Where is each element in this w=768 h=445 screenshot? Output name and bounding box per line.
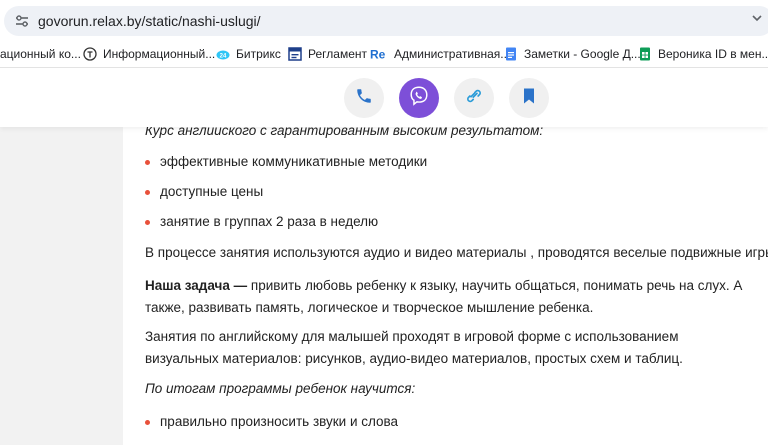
site-info-icon[interactable]	[14, 14, 30, 28]
google-docs-icon	[504, 47, 518, 61]
bookmark-item[interactable]: Вероника ID в мен...	[638, 46, 768, 62]
phone-button[interactable]	[344, 78, 384, 118]
bookmarks-bar: ационный ко... Информационный... 24 Битр…	[0, 40, 768, 68]
address-bar: govorun.relax.by/static/nashi-uslugi/	[0, 0, 768, 40]
phone-icon	[355, 87, 373, 110]
bitrix-cloud-icon: 24	[216, 47, 230, 61]
google-sheets-icon	[638, 47, 652, 61]
svg-text:Re: Re	[370, 48, 386, 62]
task-heading: Наша задача —	[145, 278, 248, 293]
list-bullet	[145, 420, 150, 425]
bookmark-button[interactable]	[509, 78, 549, 118]
bookmark-label: ационный ко...	[0, 47, 81, 61]
list-bullet	[145, 220, 150, 225]
list-bullet	[145, 190, 150, 195]
chevron-down-icon[interactable]	[752, 10, 762, 22]
viber-icon	[408, 85, 430, 112]
bookmark-item[interactable]: Информационный...	[83, 46, 215, 62]
result-item: правильно произносить звуки и слова	[160, 414, 399, 429]
results-italic: По итогам программы ребенок научится:	[145, 381, 416, 396]
bookmark-label: Информационный...	[103, 47, 216, 61]
t-circle-icon	[83, 47, 97, 61]
contact-bar	[0, 69, 768, 127]
link-button[interactable]	[454, 78, 494, 118]
re-logo-icon: Re	[370, 47, 388, 62]
viber-button[interactable]	[399, 78, 439, 118]
paragraph-materials: В процессе занятия используются аудио и …	[145, 245, 768, 260]
bookmark-item[interactable]: Заметки - Google Д...	[504, 46, 641, 62]
bookmark-label: Заметки - Google Д...	[524, 47, 641, 61]
document-blue-icon	[288, 47, 302, 61]
bookmark-label: Административная...	[394, 47, 511, 61]
bookmark-label: Регламент	[308, 47, 367, 61]
paragraph-task: Наша задача — привить любовь ребенку к я…	[145, 275, 755, 319]
omnibox[interactable]: govorun.relax.by/static/nashi-uslugi/	[4, 6, 768, 36]
bookmark-label: Вероника ID в мен...	[658, 47, 768, 61]
bookmark-item[interactable]: Re Административная...	[370, 46, 510, 62]
bookmark-item[interactable]: 24 Битрикс	[216, 46, 281, 62]
svg-text:24: 24	[220, 54, 227, 60]
link-icon	[465, 87, 483, 110]
list-bullet	[145, 160, 150, 165]
feature-item: эффективные коммуникативные методики	[160, 154, 428, 169]
web-page: Курс английского с гарантированным высок…	[0, 69, 768, 445]
url-text[interactable]: govorun.relax.by/static/nashi-uslugi/	[38, 13, 261, 29]
feature-item: доступные цены	[160, 184, 264, 199]
feature-item: занятие в группах 2 раза в неделю	[160, 214, 379, 229]
bookmark-label: Битрикс	[236, 47, 281, 61]
paragraph-games: Занятия по английскому для малышей прохо…	[145, 329, 683, 366]
bookmark-icon	[521, 87, 537, 110]
bookmark-item[interactable]: ационный ко...	[0, 46, 81, 62]
bookmark-item[interactable]: Регламент	[288, 46, 367, 62]
